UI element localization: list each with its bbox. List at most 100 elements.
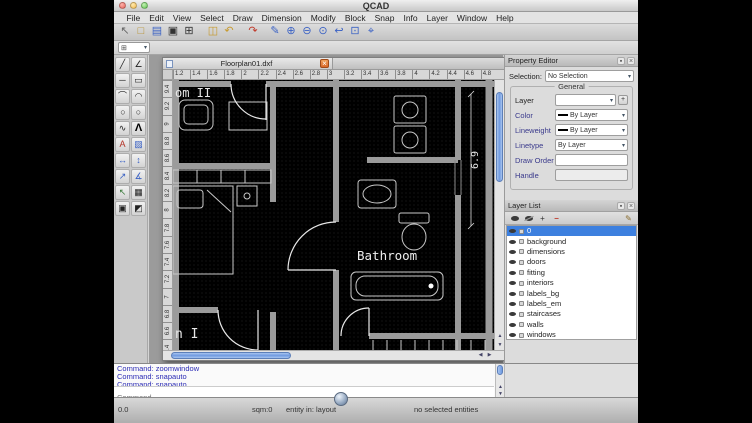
snap-mode-dropdown[interactable]: ⊞ ▾ <box>118 42 150 53</box>
image-tool[interactable]: ▦ <box>131 185 146 200</box>
save-icon[interactable]: ▣ <box>166 25 180 39</box>
layer-row[interactable]: dimensions <box>507 247 636 257</box>
horizontal-line-tool[interactable]: ─ <box>115 73 130 88</box>
new-file-icon[interactable]: □ <box>134 25 148 39</box>
layer-visibility-eye-icon[interactable] <box>509 302 516 306</box>
zoom-auto-icon[interactable]: ⊙ <box>316 25 330 39</box>
add-layer-button[interactable]: + <box>537 213 548 224</box>
dim-horizontal-tool[interactable]: ↔ <box>115 153 130 168</box>
color-dropdown[interactable]: By Layer ▾ <box>555 109 628 121</box>
layer-visibility-eye-icon[interactable] <box>509 229 516 233</box>
line-tool[interactable]: ╱ <box>115 57 130 72</box>
print-icon[interactable]: ⊞ <box>182 25 196 39</box>
layer-visibility-eye-icon[interactable] <box>509 271 516 275</box>
zoom-out-icon[interactable]: ⊖ <box>300 25 314 39</box>
menu-item[interactable]: Info <box>399 12 422 24</box>
arc-3point-tool[interactable]: ◠ <box>131 89 146 104</box>
layer-row[interactable]: 0 <box>507 226 636 236</box>
hatch-tool[interactable]: ▨ <box>131 137 146 152</box>
menu-item[interactable]: Block <box>340 12 370 24</box>
layer-visibility-eye-icon[interactable] <box>509 292 516 296</box>
menu-item[interactable]: Select <box>196 12 229 24</box>
layer-dropdown[interactable]: ▾ <box>555 94 616 106</box>
selection-pointer-icon[interactable]: ↖ <box>118 25 132 39</box>
selection-dropdown[interactable]: No Selection ▾ <box>545 70 634 82</box>
menu-item[interactable]: Modify <box>306 12 340 24</box>
layer-lock-icon[interactable] <box>519 291 524 296</box>
menu-item[interactable]: Edit <box>145 12 169 24</box>
title-bar[interactable]: QCAD <box>114 0 638 12</box>
layer-lock-icon[interactable] <box>519 270 524 275</box>
layer-lock-icon[interactable] <box>519 281 524 286</box>
layer-visibility-eye-icon[interactable] <box>509 323 516 327</box>
scroll-left-icon[interactable]: ◀ <box>476 351 485 360</box>
arc-tool[interactable]: ⌒ <box>115 89 130 104</box>
layer-lock-icon[interactable] <box>519 260 524 265</box>
menu-item[interactable]: File <box>122 12 145 24</box>
undo-icon[interactable]: ↶ <box>222 25 236 39</box>
drawing-canvas[interactable]: 6.9 om II Bathroom n I <box>173 80 494 350</box>
layer-row[interactable]: background <box>507 236 636 246</box>
command-scrollbar[interactable]: ▲ ▼ <box>495 364 504 398</box>
vertical-scrollbar[interactable]: ▲ ▼ <box>494 80 504 350</box>
menu-item[interactable]: Draw <box>228 12 257 24</box>
close-panel-icon[interactable]: × <box>627 57 635 65</box>
zoom-in-icon[interactable]: ⊕ <box>284 25 298 39</box>
redo-icon[interactable]: ↷ <box>246 25 260 39</box>
menu-item[interactable]: View <box>168 12 195 24</box>
layer-lock-icon[interactable] <box>519 239 524 244</box>
menu-item[interactable]: Dimension <box>257 12 306 24</box>
layer-row[interactable]: fitting <box>507 268 636 278</box>
block-tool[interactable]: ▣ <box>115 201 130 216</box>
scroll-right-icon[interactable]: ▶ <box>485 351 494 360</box>
solid-3d-tool[interactable]: ◩ <box>131 201 146 216</box>
dim-aligned-tool[interactable]: ↗ <box>115 169 130 184</box>
circle-tool[interactable]: ○ <box>115 105 130 120</box>
open-file-icon[interactable]: ▤ <box>150 25 164 39</box>
layer-lock-icon[interactable] <box>519 249 524 254</box>
pan-icon[interactable]: ⌖ <box>364 25 378 39</box>
zoom-window-icon[interactable]: ⊡ <box>348 25 362 39</box>
hide-all-layers-button[interactable] <box>523 213 534 224</box>
draw-order-input[interactable] <box>555 154 628 166</box>
menu-item[interactable]: Snap <box>370 12 399 24</box>
horizontal-scrollbar-thumb[interactable] <box>171 352 291 359</box>
menu-item[interactable]: Help <box>492 12 518 24</box>
document-tab[interactable]: Floorplan01.dxf × <box>163 58 333 69</box>
layer-lock-icon[interactable] <box>519 322 524 327</box>
layer-visibility-eye-icon[interactable] <box>509 250 516 254</box>
layer-visibility-eye-icon[interactable] <box>509 240 516 244</box>
dim-angular-tool[interactable]: ∡ <box>131 169 146 184</box>
layer-lock-icon[interactable] <box>519 301 524 306</box>
tab-close-icon[interactable]: × <box>320 59 329 68</box>
float-panel-icon[interactable]: ▪ <box>617 57 625 65</box>
edit-layer-button[interactable]: ✎ <box>623 213 634 224</box>
text-tool[interactable]: A <box>115 137 130 152</box>
command-scrollbar-thumb[interactable] <box>497 365 503 375</box>
vertical-scrollbar-thumb[interactable] <box>496 92 503 182</box>
close-window-button[interactable] <box>119 2 126 9</box>
linetype-dropdown[interactable]: By Layer ▾ <box>555 139 628 151</box>
zoom-window-button[interactable] <box>141 2 148 9</box>
layer-row[interactable]: walls <box>507 320 636 330</box>
edit-pencil-icon[interactable]: ✎ <box>268 25 282 39</box>
remove-layer-button[interactable]: − <box>551 213 562 224</box>
layer-row[interactable]: interiors <box>507 278 636 288</box>
show-all-layers-button[interactable] <box>509 213 520 224</box>
layer-lock-icon[interactable] <box>519 229 524 234</box>
layer-visibility-eye-icon[interactable] <box>509 281 516 285</box>
layer-visibility-eye-icon[interactable] <box>509 312 516 316</box>
ellipse-tool[interactable]: ○ <box>131 105 146 120</box>
layer-lock-icon[interactable] <box>519 333 524 338</box>
zoom-previous-icon[interactable]: ↩ <box>332 25 346 39</box>
layer-extra-button[interactable]: + <box>618 95 628 105</box>
layer-lock-icon[interactable] <box>519 312 524 317</box>
angle-line-tool[interactable]: ∠ <box>131 57 146 72</box>
layer-row[interactable]: windows <box>507 330 636 340</box>
lineweight-dropdown[interactable]: By Layer ▾ <box>555 124 628 136</box>
close-panel-icon[interactable]: × <box>627 202 635 210</box>
layer-row[interactable]: labels_bg <box>507 288 636 298</box>
spline-tool[interactable]: ∿ <box>115 121 130 136</box>
menu-item[interactable]: Layer <box>422 12 452 24</box>
horizontal-scrollbar[interactable]: ◀ ▶ <box>163 350 504 360</box>
